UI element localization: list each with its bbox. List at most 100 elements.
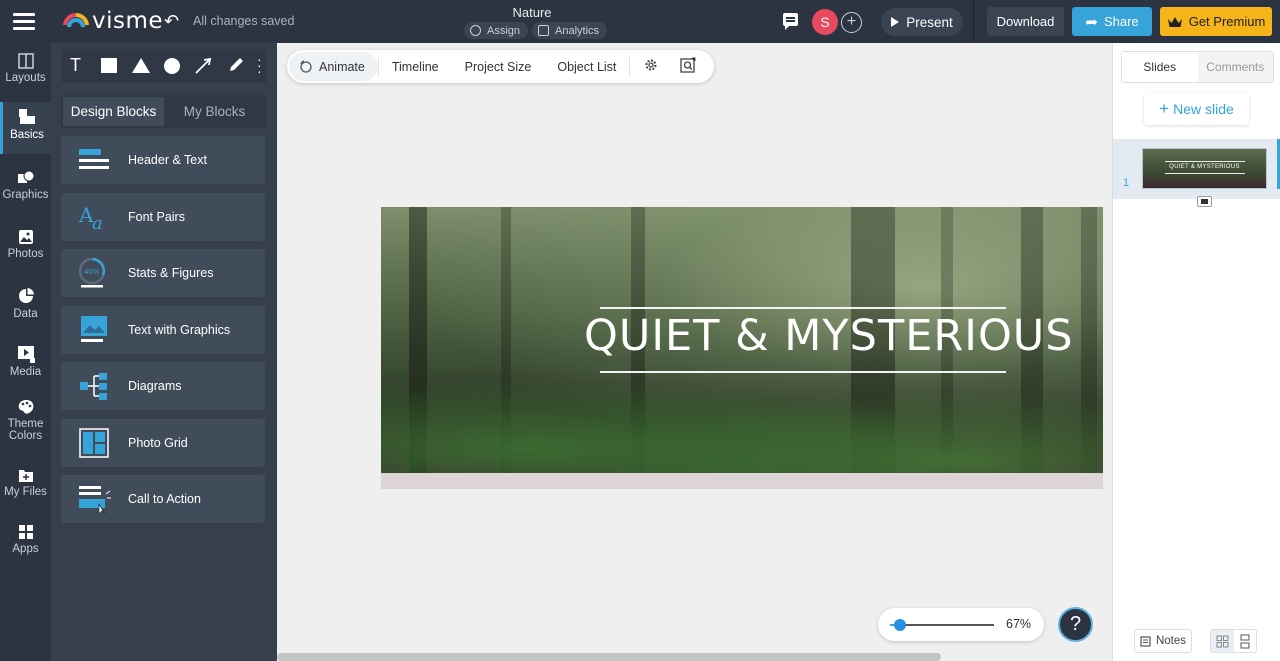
new-slide-label: New slide (1173, 101, 1234, 117)
rail-label: Photos (7, 248, 44, 260)
present-button[interactable]: Present (881, 8, 963, 36)
new-slide-button[interactable]: + New slide (1144, 93, 1249, 125)
top-bar: visme ↶ All changes saved Nature Assign … (0, 0, 1280, 43)
slide-list-item[interactable]: 1 QUIET & MYSTERIOUS (1113, 139, 1280, 207)
grid-view-icon[interactable] (1211, 630, 1234, 652)
zoom-to-fit-icon (680, 57, 696, 73)
zoom-slider-handle[interactable] (894, 619, 907, 631)
timeline-button[interactable]: Timeline (379, 60, 452, 74)
animate-button[interactable]: Animate (289, 52, 378, 81)
rail-label: My Files (4, 486, 47, 498)
tab-comments[interactable]: Comments (1197, 52, 1273, 82)
analytics-button[interactable]: Analytics (532, 22, 608, 39)
animate-icon (300, 60, 312, 73)
rail-item-theme-colors[interactable]: Theme Colors (0, 399, 51, 451)
visme-logo[interactable]: visme (63, 8, 163, 34)
block-photo-grid[interactable]: Photo Grid (61, 419, 265, 467)
premium-label: Get Premium (1188, 14, 1266, 29)
analytics-label: Analytics (555, 24, 600, 37)
logo-mark-icon (63, 12, 89, 28)
share-arrow-icon: ➦ (1085, 13, 1098, 31)
plus-icon: + (1159, 99, 1170, 118)
block-label: Diagrams (128, 379, 182, 393)
undo-icon[interactable]: ↶ (164, 11, 179, 32)
rail-item-graphics[interactable]: Graphics (0, 170, 51, 216)
rectangle-tool-icon[interactable] (101, 58, 117, 73)
font-pairs-icon: Aa (78, 203, 103, 232)
notes-label: Notes (1155, 635, 1187, 647)
text-tool-icon[interactable]: T (70, 55, 81, 76)
rail-item-apps[interactable]: Apps (0, 524, 51, 570)
download-button[interactable]: Download (987, 7, 1064, 36)
block-diagrams[interactable]: Diagrams (61, 362, 265, 410)
menu-icon[interactable] (13, 13, 35, 30)
tab-my-blocks[interactable]: My Blocks (164, 97, 265, 126)
comment-icon[interactable] (783, 13, 798, 30)
right-tabs: Slides Comments (1121, 51, 1274, 83)
zoom-value[interactable]: 67% (1006, 617, 1031, 631)
animate-label: Animate (319, 59, 365, 74)
project-size-button[interactable]: Project Size (452, 60, 545, 74)
thumb-rule (1165, 173, 1245, 174)
preview-search-icon[interactable] (672, 57, 704, 76)
present-label: Present (906, 14, 953, 30)
block-font-pairs[interactable]: Aa Font Pairs (61, 193, 265, 241)
block-label: Header & Text (128, 153, 207, 167)
gear-icon (645, 59, 657, 71)
photo-grid-icon (79, 428, 109, 458)
block-header-text[interactable]: Header & Text (61, 136, 265, 184)
rail-label: Layouts (5, 72, 46, 84)
slide-canvas[interactable]: QUIET & MYSTERIOUS (381, 207, 1103, 473)
share-button[interactable]: ➦ Share (1072, 7, 1152, 36)
triangle-tool-icon[interactable] (132, 58, 150, 73)
stats-badge: 40% (84, 268, 100, 276)
text-graphics-icon (81, 316, 107, 342)
document-title[interactable]: Nature (482, 5, 582, 20)
rail-item-my-files[interactable]: My Files (0, 467, 51, 513)
title-rule-bottom (600, 371, 1006, 373)
add-collaborator-icon[interactable]: + (841, 12, 862, 33)
block-call-to-action[interactable]: Call to Action (61, 475, 265, 523)
circle-tool-icon[interactable] (164, 58, 180, 74)
rail-label: Theme (7, 418, 44, 430)
settings-icon[interactable] (630, 58, 672, 75)
object-list-button[interactable]: Object List (544, 60, 629, 74)
slide-thumbnail[interactable]: QUIET & MYSTERIOUS (1142, 148, 1267, 189)
brand-name: visme (92, 8, 164, 34)
diagram-icon (80, 373, 107, 400)
basics-panel: T · · · Design Blocks My Blocks Header & T… (51, 43, 277, 661)
line-tool-icon[interactable] (194, 57, 214, 75)
list-view-icon[interactable] (1234, 630, 1257, 652)
view-toggle (1210, 629, 1257, 653)
help-button[interactable]: ? (1058, 607, 1093, 642)
basics-icon (19, 109, 35, 124)
more-icon[interactable]: · · · (257, 52, 262, 78)
rail-item-photos[interactable]: Photos (0, 229, 51, 275)
block-text-with-graphics[interactable]: Text with Graphics (61, 306, 265, 354)
tab-design-blocks[interactable]: Design Blocks (63, 97, 164, 126)
notes-icon (1140, 635, 1151, 647)
rail-item-media[interactable]: Media (0, 345, 51, 391)
save-status: All changes saved (193, 14, 295, 28)
zoom-control: 67% (878, 608, 1044, 641)
canvas-toolbar: Animate Timeline Project Size Object Lis… (287, 50, 714, 83)
rail-item-basics[interactable]: Basics (0, 102, 51, 154)
horizontal-scrollbar[interactable] (277, 653, 941, 661)
rail-label: Graphics (2, 189, 49, 201)
left-rail: Layouts Basics Graphics Photos Data Medi… (0, 43, 51, 661)
rail-item-layouts[interactable]: Layouts (0, 53, 51, 99)
avatar[interactable]: S (812, 9, 838, 35)
get-premium-button[interactable]: Get Premium (1160, 7, 1272, 36)
slide-bottom-edge (381, 473, 1103, 489)
slide-title[interactable]: QUIET & MYSTERIOUS (584, 311, 1073, 361)
assign-button[interactable]: Assign (464, 22, 529, 39)
tab-slides[interactable]: Slides (1122, 52, 1198, 82)
play-icon (891, 17, 900, 27)
notes-button[interactable]: Notes (1134, 629, 1192, 653)
block-stats-figures[interactable]: 40% Stats & Figures (61, 249, 265, 297)
analytics-icon (538, 25, 549, 36)
transition-icon[interactable] (1197, 196, 1212, 207)
pen-tool-icon[interactable] (227, 56, 245, 74)
rail-item-data[interactable]: Data (0, 287, 51, 333)
share-label: Share (1103, 14, 1139, 29)
